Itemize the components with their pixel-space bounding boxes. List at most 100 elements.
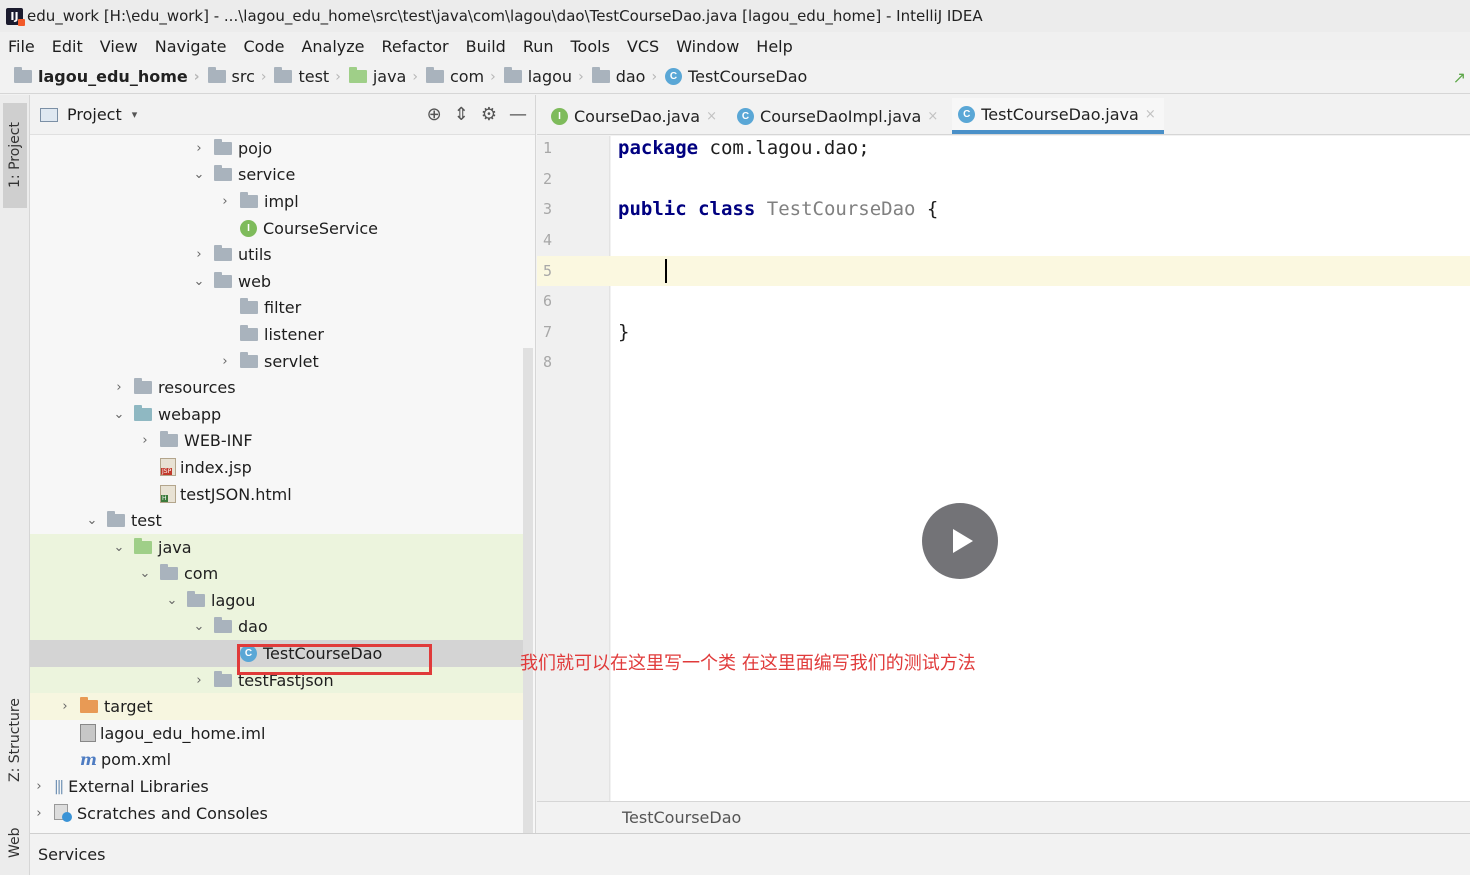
project-tool-tab[interactable]: 1: Project <box>3 103 27 208</box>
tab-coursedaoimpl[interactable]: C CourseDaoImpl.java × <box>731 98 946 134</box>
menu-analyze[interactable]: Analyze <box>301 37 364 56</box>
tree-item-target[interactable]: › target <box>30 693 523 721</box>
footer-class-name[interactable]: TestCourseDao <box>622 808 741 827</box>
close-icon[interactable]: × <box>927 109 938 124</box>
locate-file-icon[interactable]: ⊕ <box>427 104 442 125</box>
menu-bar: File Edit View Navigate Code Analyze Ref… <box>0 32 1470 60</box>
title-bar: IJ edu_work [H:\edu_work] - ...\lagou_ed… <box>0 0 1470 32</box>
jsp-file-icon: JSP <box>160 458 176 477</box>
project-scrollbar[interactable] <box>523 348 533 833</box>
project-view-icon <box>40 107 58 122</box>
code-editor[interactable] <box>611 136 1470 801</box>
tree-item-servlet[interactable]: › servlet <box>30 348 523 375</box>
tree-item-iml[interactable]: lagou_edu_home.iml <box>30 720 523 747</box>
tree-item-pom[interactable]: m pom.xml <box>30 747 523 774</box>
maven-icon: m <box>80 750 97 770</box>
code-line-3: public class TestCourseDao { <box>618 198 939 220</box>
crumb-test[interactable]: test › <box>274 67 348 86</box>
tree-item-test-java[interactable]: ⌄ java <box>30 533 523 561</box>
folder-icon <box>214 617 232 634</box>
tree-item-index-jsp[interactable]: JSP index.jsp <box>30 454 523 481</box>
tree-item-resources[interactable]: › resources <box>30 374 523 401</box>
tree-item-testjson-html[interactable]: HtestJSON.html <box>30 481 523 508</box>
intellij-icon: IJ <box>6 7 25 26</box>
folder-icon <box>240 324 258 341</box>
module-folder-icon <box>14 67 32 83</box>
tree-item-webapp[interactable]: ⌄ webapp <box>30 401 523 428</box>
folder-icon <box>214 271 232 288</box>
menu-view[interactable]: View <box>100 37 138 56</box>
tree-item-web-inf[interactable]: › WEB-INF <box>30 428 523 455</box>
menu-tools[interactable]: Tools <box>571 37 610 56</box>
crumb-lagou[interactable]: lagou › <box>503 67 592 86</box>
tree-item-courseservice[interactable]: I CourseService <box>30 215 523 242</box>
project-view-selector[interactable]: Project <box>67 105 122 124</box>
crumb-project[interactable]: lagou_edu_home › <box>14 67 208 86</box>
gear-icon[interactable]: ⚙ <box>481 104 497 125</box>
line-number: 5 <box>543 262 553 280</box>
current-line-highlight <box>537 256 1470 286</box>
tree-item-utils[interactable]: › utils <box>30 241 523 268</box>
menu-navigate[interactable]: Navigate <box>155 37 227 56</box>
tree-item-web[interactable]: ⌄ web <box>30 268 523 295</box>
structure-tool-tab[interactable]: Z: Structure <box>3 685 27 795</box>
menu-refactor[interactable]: Refactor <box>382 37 449 56</box>
resources-folder-icon <box>134 378 152 395</box>
scratches-icon <box>54 804 72 823</box>
tab-coursedao[interactable]: I CourseDao.java × <box>545 98 725 134</box>
excluded-folder-icon <box>80 697 98 714</box>
web-tool-tab[interactable]: Web <box>3 813 27 873</box>
build-arrow-icon[interactable]: ↗ <box>1453 68 1466 87</box>
collapse-all-icon[interactable]: ⇕ <box>454 104 469 125</box>
tree-item-scratches[interactable]: › Scratches and Consoles <box>30 800 523 827</box>
crumb-com[interactable]: com › <box>425 67 504 86</box>
tree-item-pojo[interactable]: › pojo <box>30 135 523 162</box>
line-number: 3 <box>543 200 553 218</box>
crumb-java[interactable]: java › <box>348 67 426 86</box>
menu-build[interactable]: Build <box>466 37 506 56</box>
tab-testcoursedao[interactable]: C TestCourseDao.java × <box>952 98 1164 134</box>
menu-edit[interactable]: Edit <box>52 37 83 56</box>
menu-window[interactable]: Window <box>676 37 739 56</box>
folder-icon <box>214 670 232 687</box>
menu-run[interactable]: Run <box>523 37 554 56</box>
tree-item-test[interactable]: ⌄ test <box>30 507 523 534</box>
crumb-src[interactable]: src › <box>207 67 275 86</box>
tree-item-service[interactable]: ⌄ service <box>30 162 523 189</box>
left-tool-strip: 1: Project Z: Structure Web <box>0 95 30 875</box>
project-panel: Project ▾ ⊕ ⇕ ⚙ — › pojo ⌄ service › impl I… <box>30 95 536 833</box>
class-icon: C <box>737 107 755 125</box>
menu-code[interactable]: Code <box>244 37 285 56</box>
tree-item-com[interactable]: ⌄ com <box>30 560 523 588</box>
services-tab[interactable]: Services <box>38 845 105 864</box>
tree-item-dao[interactable]: ⌄ dao <box>30 613 523 641</box>
folder-icon <box>591 67 610 83</box>
class-icon: C <box>958 105 976 123</box>
tree-item-filter[interactable]: filter <box>30 295 523 322</box>
crumb-dao[interactable]: dao › <box>591 67 665 86</box>
folder-icon <box>214 165 232 182</box>
tree-item-lagou[interactable]: ⌄ lagou <box>30 587 523 614</box>
play-icon[interactable] <box>922 503 998 579</box>
crumb-testcoursedao[interactable]: C TestCourseDao <box>665 67 807 86</box>
chevron-down-icon[interactable]: ▾ <box>132 108 138 121</box>
menu-file[interactable]: File <box>8 37 35 56</box>
services-bar: Services <box>30 833 1470 875</box>
close-icon[interactable]: × <box>706 109 717 124</box>
menu-help[interactable]: Help <box>756 37 792 56</box>
highlight-box <box>237 644 432 675</box>
close-icon[interactable]: × <box>1145 107 1156 122</box>
tree-item-external-libraries[interactable]: › ||| External Libraries <box>30 773 523 800</box>
project-tree: › pojo ⌄ service › impl I CourseService › uti… <box>30 135 523 826</box>
line-number: 6 <box>543 292 553 310</box>
interface-icon: I <box>240 219 257 237</box>
tree-item-impl[interactable]: › impl <box>30 188 523 215</box>
menu-vcs[interactable]: VCS <box>627 37 659 56</box>
annotation-text: 我们就可以在这里写一个类 在这里面编写我们的测试方法 <box>520 653 976 674</box>
tree-item-listener[interactable]: listener <box>30 321 523 348</box>
folder-icon <box>187 590 205 607</box>
test-source-folder-icon <box>134 537 152 554</box>
html-file-icon: H <box>160 485 176 504</box>
hide-panel-icon[interactable]: — <box>509 104 527 125</box>
line-number: 1 <box>543 139 553 157</box>
